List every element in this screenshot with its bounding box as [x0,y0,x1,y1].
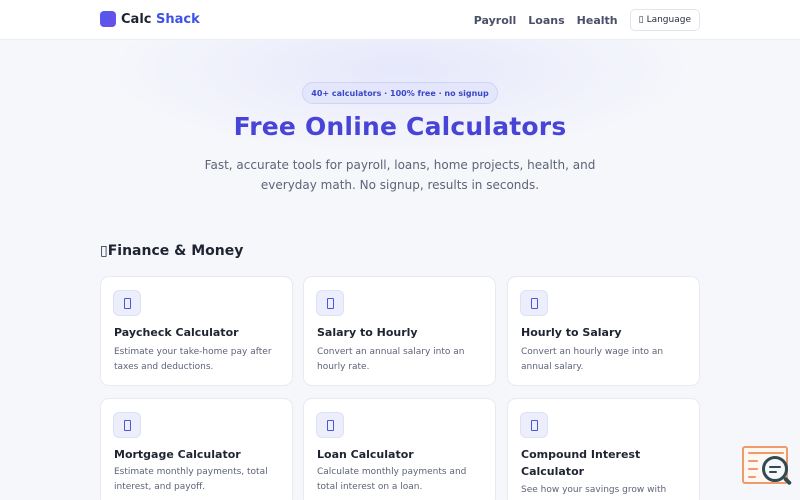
language-button[interactable]: ▯ Language [629,9,700,31]
loan-icon [316,412,344,438]
card-description: Estimate monthly payments, total interes… [114,467,268,492]
card-title: Hourly to Salary [521,326,622,339]
card-description: Estimate your take-home pay after taxes … [114,347,272,372]
brand-name: Calc Shack [121,12,200,27]
card-title: Mortgage Calculator [114,448,241,461]
calculator-card-compound-interest[interactable]: Compound Interest Calculator See how you… [507,398,700,500]
card-title: Salary to Hourly [317,326,418,339]
card-description: Calculate monthly payments and total int… [317,467,467,492]
money-icon: ▯ [100,243,108,259]
house-icon [113,412,141,438]
floating-search-widget[interactable] [742,446,793,488]
calculator-card-paycheck[interactable]: Paycheck Calculator Estimate your take-h… [100,276,293,386]
language-label: Language [646,15,691,25]
chart-icon [520,412,548,438]
card-title: Compound Interest Calculator [521,448,641,478]
brand-name-part1: Calc [121,11,152,27]
salary-icon [316,290,344,316]
nav-link-health[interactable]: Health [577,14,618,27]
brand-name-part2: Shack [156,11,200,27]
card-title: Paycheck Calculator [114,326,239,339]
magnifier-handle [782,476,793,486]
calculator-card-hourly-to-salary[interactable]: Hourly to Salary Convert an hourly wage … [507,276,700,386]
globe-icon: ▯ [638,15,644,25]
brand-logo[interactable]: Calc Shack [100,11,200,27]
calculator-card-salary-to-hourly[interactable]: Salary to Hourly Convert an annual salar… [303,276,496,386]
nav-link-payroll[interactable]: Payroll [474,14,517,27]
top-nav: Payroll Loans Health ▯ Language [462,9,700,31]
card-description: Convert an hourly wage into an annual sa… [521,347,664,372]
section-heading-finance: ▯Finance & Money [100,243,243,259]
logo-mark-icon [100,11,116,27]
card-description: See how your savings grow with [521,485,667,495]
section-heading-text: Finance & Money [107,243,244,259]
hero-subtitle: Fast, accurate tools for payroll, loans,… [204,158,596,192]
calculator-card-loan[interactable]: Loan Calculator Calculate monthly paymen… [303,398,496,500]
nav-link-loans[interactable]: Loans [528,14,564,27]
hourly-icon [520,290,548,316]
site-header: Calc Shack Payroll Loans Health ▯ Langua… [0,0,800,40]
card-title: Loan Calculator [317,448,414,461]
hero-badge: 40+ calculators · 100% free · no signup [302,82,498,104]
paycheck-icon [113,290,141,316]
calculator-card-mortgage[interactable]: Mortgage Calculator Estimate monthly pay… [100,398,293,500]
card-description: Convert an annual salary into an hourly … [317,347,465,372]
page-title: Free Online Calculators [233,112,567,141]
